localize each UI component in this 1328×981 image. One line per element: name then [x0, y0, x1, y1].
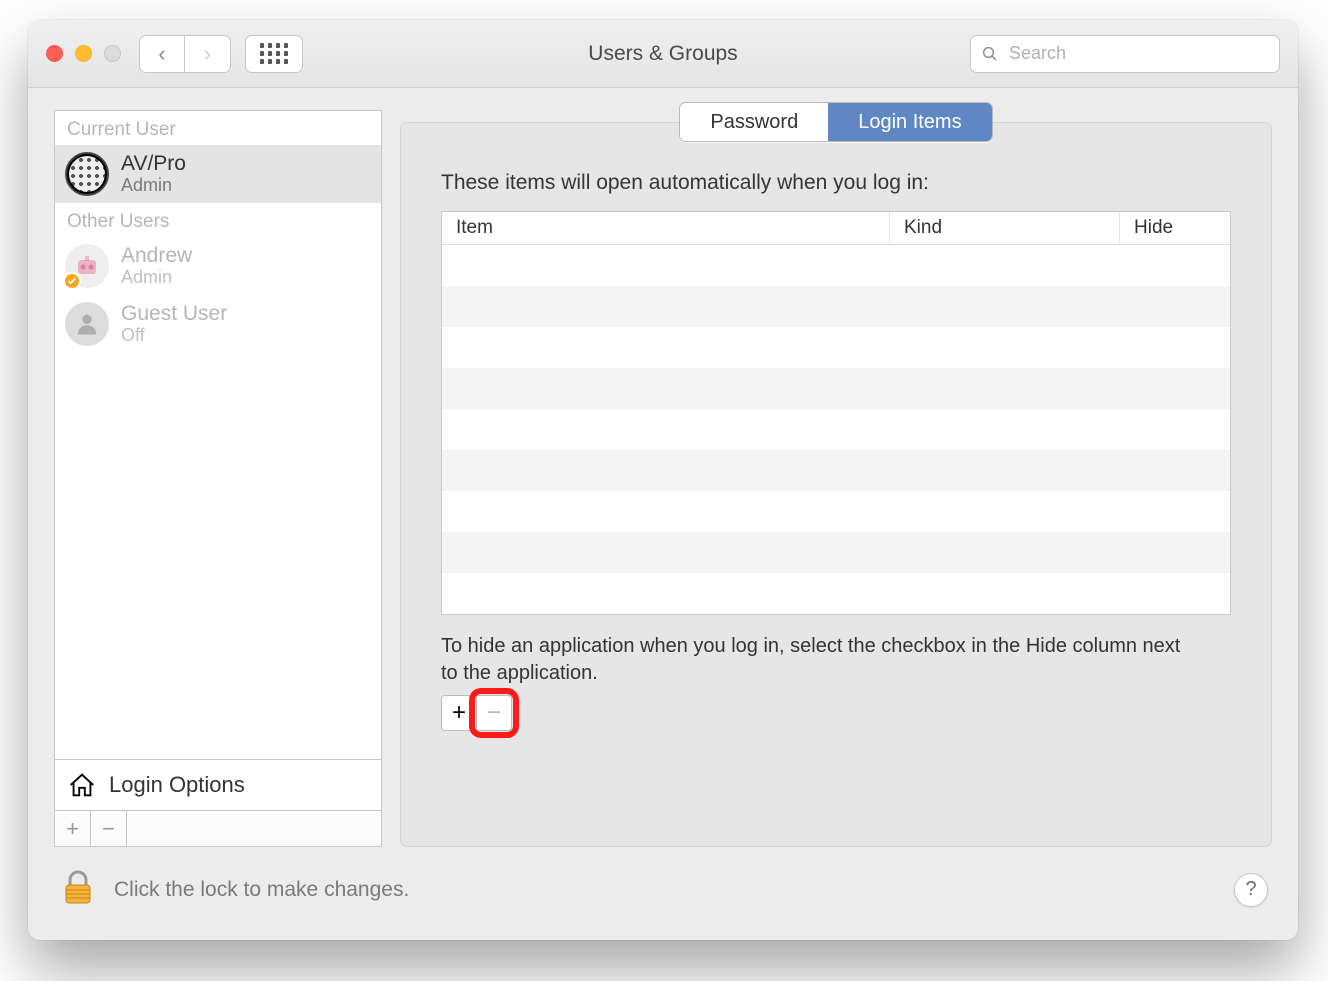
- nav-back-forward: ‹ ›: [139, 35, 231, 73]
- lock-hint-text: Click the lock to make changes.: [114, 878, 409, 902]
- window-controls: [46, 45, 121, 62]
- table-row: [442, 245, 1230, 286]
- chevron-right-icon: ›: [204, 41, 211, 67]
- forward-button[interactable]: ›: [185, 35, 231, 73]
- login-items-panel: These items will open automatically when…: [400, 122, 1272, 847]
- user-labels: Andrew Admin: [121, 244, 192, 288]
- table-row: [442, 491, 1230, 532]
- title-bar: ‹ › Users & Groups: [28, 20, 1298, 88]
- window-body: Current User AV/Pro Admin Other Users: [28, 88, 1298, 847]
- table-row: [442, 532, 1230, 573]
- back-button[interactable]: ‹: [139, 35, 185, 73]
- user-name: AV/Pro: [121, 152, 186, 175]
- remove-user-button[interactable]: −: [91, 811, 127, 846]
- table-body: [442, 245, 1230, 614]
- remove-login-item-button[interactable]: −: [476, 695, 512, 731]
- user-labels: Guest User Off: [121, 302, 227, 346]
- table-header: Item Kind Hide: [442, 212, 1230, 245]
- user-row-guest[interactable]: Guest User Off: [55, 295, 381, 353]
- add-user-button[interactable]: +: [55, 811, 91, 846]
- show-all-button[interactable]: [245, 35, 303, 73]
- close-window-icon[interactable]: [46, 45, 63, 62]
- sidebar-section-other: Other Users: [55, 203, 381, 237]
- login-options-button[interactable]: Login Options: [55, 759, 381, 810]
- user-row-current[interactable]: AV/Pro Admin: [55, 145, 381, 203]
- table-row: [442, 327, 1230, 368]
- user-role: Off: [121, 325, 227, 346]
- avatar-icon: [65, 302, 109, 346]
- col-hide[interactable]: Hide: [1120, 212, 1230, 244]
- col-kind[interactable]: Kind: [890, 212, 1120, 244]
- search-icon: [981, 45, 999, 63]
- login-items-table[interactable]: Item Kind Hide: [441, 211, 1231, 615]
- zoom-window-icon: [104, 45, 121, 62]
- chevron-left-icon: ‹: [158, 41, 165, 67]
- minus-icon: −: [102, 816, 115, 842]
- avatar-icon: [65, 244, 109, 288]
- user-role: Admin: [121, 175, 186, 196]
- grid-icon: [260, 43, 289, 64]
- user-name: Andrew: [121, 244, 192, 267]
- tab-password[interactable]: Password: [680, 103, 828, 141]
- table-row: [442, 573, 1230, 614]
- col-item[interactable]: Item: [442, 212, 890, 244]
- main-panel-wrapper: Password Login Items These items will op…: [400, 110, 1272, 847]
- add-login-item-button[interactable]: +: [441, 695, 477, 731]
- sidebar-footer: + −: [54, 811, 382, 847]
- minus-icon: −: [487, 699, 501, 727]
- help-button[interactable]: ?: [1234, 873, 1268, 907]
- hide-hint-text: To hide an application when you log in, …: [441, 633, 1181, 687]
- sidebar-section-current: Current User: [55, 111, 381, 145]
- table-row: [442, 286, 1230, 327]
- plus-icon: +: [66, 816, 79, 842]
- login-options-label: Login Options: [109, 772, 245, 798]
- preferences-window: ‹ › Users & Groups Current User: [28, 20, 1298, 940]
- plus-icon: +: [452, 699, 466, 727]
- admin-badge-icon: [63, 272, 81, 290]
- user-row-other[interactable]: Andrew Admin: [55, 237, 381, 295]
- search-input[interactable]: [1007, 42, 1269, 65]
- minimize-window-icon[interactable]: [75, 45, 92, 62]
- table-row: [442, 368, 1230, 409]
- table-row: [442, 409, 1230, 450]
- panel-intro-text: These items will open automatically when…: [441, 171, 1231, 195]
- avatar-icon: [65, 152, 109, 196]
- help-icon: ?: [1245, 878, 1256, 901]
- user-labels: AV/Pro Admin: [121, 152, 186, 196]
- house-icon: [67, 770, 97, 800]
- user-name: Guest User: [121, 302, 227, 325]
- lock-button[interactable]: [58, 867, 98, 912]
- tab-login-items[interactable]: Login Items: [828, 103, 991, 141]
- lock-footer: Click the lock to make changes. ?: [28, 847, 1298, 940]
- table-row: [442, 450, 1230, 491]
- search-field[interactable]: [970, 35, 1280, 73]
- users-sidebar: Current User AV/Pro Admin Other Users: [54, 110, 382, 847]
- users-list: Current User AV/Pro Admin Other Users: [54, 110, 382, 811]
- tab-bar: Password Login Items: [679, 102, 992, 142]
- add-remove-row: + −: [441, 695, 1231, 731]
- user-role: Admin: [121, 267, 192, 288]
